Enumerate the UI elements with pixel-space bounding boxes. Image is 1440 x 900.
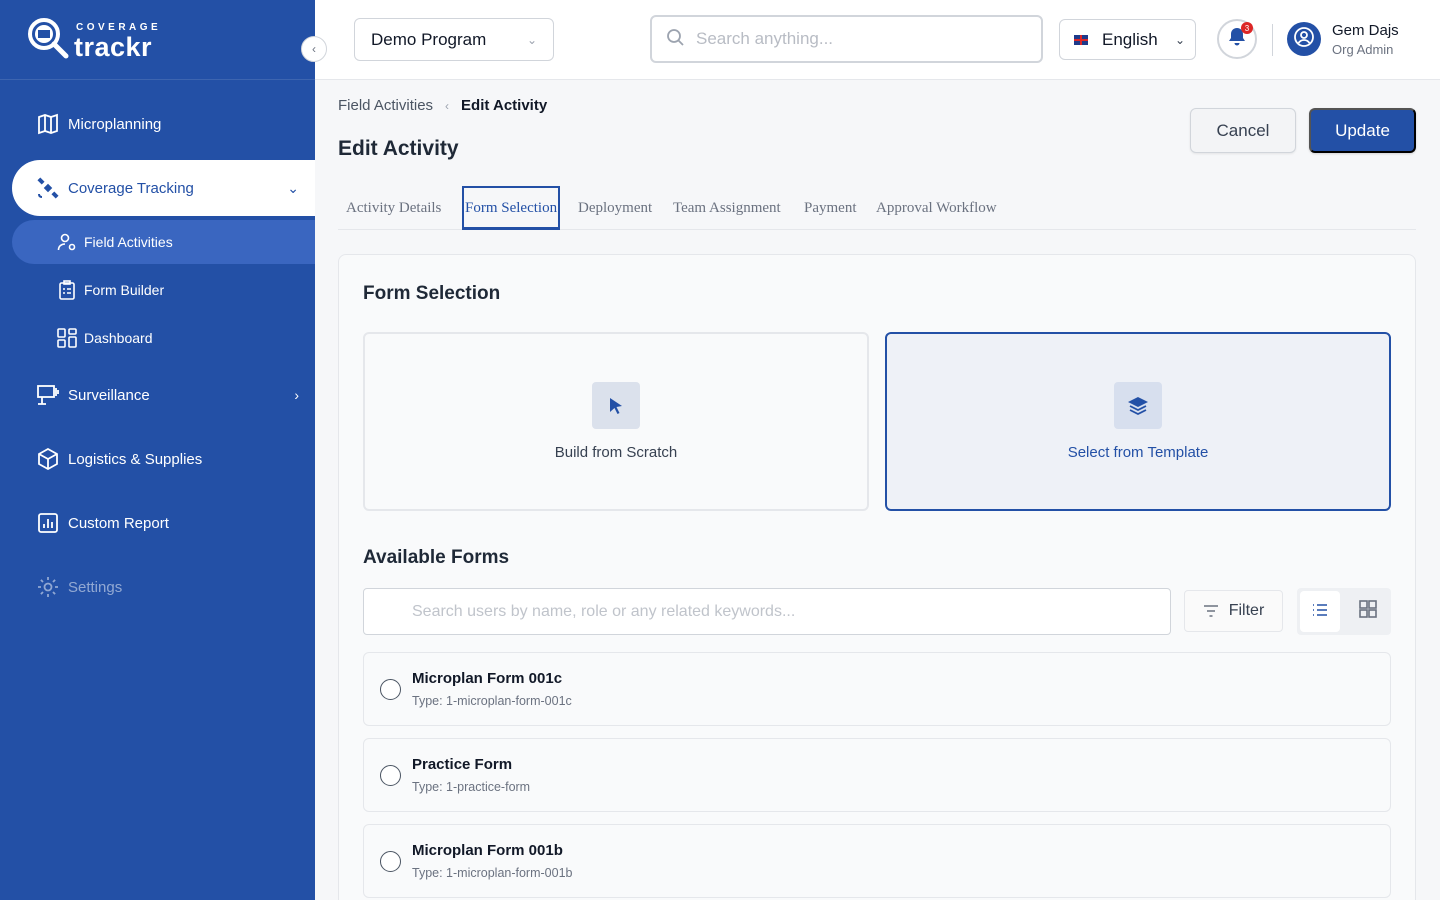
- surveillance-icon: [36, 383, 60, 407]
- sidebar-item-surveillance[interactable]: Surveillance ›: [12, 369, 315, 421]
- tab-activity-details[interactable]: Activity Details: [346, 186, 441, 230]
- sidebar-item-label: Custom Report: [68, 514, 169, 532]
- dashboard-icon: [56, 327, 78, 349]
- map-icon: [36, 112, 60, 136]
- language-select[interactable]: English ⌄: [1059, 19, 1196, 60]
- sidebar-item-field-activities[interactable]: Field Activities: [12, 220, 315, 264]
- sidebar-item-logistics[interactable]: Logistics & Supplies: [12, 433, 315, 485]
- form-radio[interactable]: [380, 851, 401, 872]
- sidebar-item-label: Logistics & Supplies: [68, 450, 203, 468]
- form-radio[interactable]: [380, 679, 401, 700]
- global-search-input[interactable]: [696, 29, 1016, 49]
- sidebar-item-label: Coverage Tracking: [68, 179, 194, 197]
- gear-icon: [36, 575, 60, 599]
- sidebar-item-coverage-tracking[interactable]: Coverage Tracking ⌄: [12, 160, 315, 216]
- build-from-scratch-option[interactable]: Build from Scratch: [363, 332, 869, 511]
- forms-search: [363, 588, 1171, 635]
- list-view-button[interactable]: [1300, 591, 1340, 632]
- tab-approval-workflow[interactable]: Approval Workflow: [876, 186, 997, 230]
- breadcrumb-parent-link[interactable]: Field Activities: [338, 97, 433, 114]
- logo-text-big: trackr: [74, 32, 153, 62]
- top-header: Demo Program ⌄ English ⌄ 3 Gem Dajs Org …: [315, 0, 1440, 80]
- form-name: Practice Form: [412, 756, 513, 773]
- chevron-down-icon: ⌄: [526, 32, 537, 47]
- form-name: Microplan Form 001b: [412, 842, 563, 859]
- select-from-template-option[interactable]: Select from Template: [885, 332, 1391, 511]
- notification-count-badge: 3: [1241, 22, 1253, 34]
- global-search: [650, 15, 1043, 63]
- chevron-right-icon: ›: [294, 387, 299, 403]
- sidebar-item-form-builder[interactable]: Form Builder: [12, 268, 315, 312]
- forms-search-input[interactable]: [364, 589, 1170, 634]
- user-gear-icon: [56, 231, 78, 253]
- search-icon: [666, 28, 684, 51]
- list-item[interactable]: Microplan Form 001b Type: 1-microplan-fo…: [363, 824, 1391, 898]
- notifications-button[interactable]: 3: [1217, 19, 1257, 59]
- layers-icon: [1114, 382, 1162, 429]
- grid-view-button[interactable]: [1348, 591, 1388, 632]
- uk-flag-icon: [1074, 34, 1088, 45]
- breadcrumb: Field Activities ‹ Edit Activity: [338, 97, 547, 114]
- program-select[interactable]: Demo Program ⌄: [354, 18, 554, 61]
- page-title: Edit Activity: [338, 137, 459, 160]
- filter-button-label: Filter: [1228, 602, 1265, 619]
- sidebar-item-label: Field Activities: [84, 234, 173, 250]
- tab-payment[interactable]: Payment: [804, 186, 857, 230]
- filter-icon: [1203, 605, 1219, 617]
- tab-form-selection[interactable]: Form Selection: [462, 186, 561, 230]
- list-item[interactable]: Practice Form Type: 1-practice-form: [363, 738, 1391, 812]
- logo[interactable]: COVERAGE trackr ‹: [0, 0, 327, 80]
- sidebar-item-label: Dashboard: [84, 330, 153, 346]
- logo-icon: [28, 18, 69, 59]
- sidebar-item-label: Surveillance: [68, 386, 150, 404]
- cursor-icon: [592, 382, 640, 429]
- user-circle-icon: [1293, 26, 1315, 53]
- sidebar-item-microplanning[interactable]: Microplanning: [12, 98, 315, 150]
- user-name[interactable]: Gem Dajs: [1332, 22, 1399, 39]
- avatar[interactable]: [1287, 22, 1321, 56]
- cancel-button[interactable]: Cancel: [1190, 108, 1296, 153]
- box-icon: [36, 447, 60, 471]
- available-forms-title: Available Forms: [363, 547, 510, 568]
- tab-team-assignment[interactable]: Team Assignment: [673, 186, 781, 230]
- chevron-left-icon: ‹: [445, 98, 450, 113]
- sidebar-item-label: Form Builder: [84, 282, 165, 298]
- chevron-left-icon: ‹: [312, 42, 316, 56]
- list-item[interactable]: Microplan Form 001c Type: 1-microplan-fo…: [363, 652, 1391, 726]
- program-select-value: Demo Program: [371, 29, 487, 49]
- select-from-template-label: Select from Template: [1067, 444, 1209, 461]
- sidebar-item-settings[interactable]: Settings: [12, 561, 315, 613]
- list-icon: [1312, 603, 1328, 621]
- sidebar-item-dashboard[interactable]: Dashboard: [12, 316, 315, 360]
- sidebar: COVERAGE trackr ‹ Microplanning Coverage…: [0, 0, 327, 900]
- form-selection-panel: Form Selection Build from Scratch Select…: [338, 254, 1416, 900]
- form-type: Type: 1-practice-form: [412, 780, 531, 794]
- build-from-scratch-label: Build from Scratch: [554, 444, 678, 461]
- update-button[interactable]: Update: [1309, 108, 1416, 153]
- grid-icon: [1359, 600, 1377, 623]
- chevron-down-icon: ⌄: [287, 179, 299, 196]
- satellite-icon: [36, 176, 60, 200]
- form-selection-title: Form Selection: [363, 283, 501, 304]
- form-type: Type: 1-microplan-form-001b: [412, 866, 573, 880]
- sidebar-item-label: Settings: [68, 578, 123, 596]
- language-select-value: English: [1102, 29, 1158, 49]
- breadcrumb-current: Edit Activity: [461, 97, 548, 114]
- clipboard-icon: [56, 279, 78, 301]
- activity-tabs: Activity Details Form Selection Deployme…: [338, 186, 1416, 230]
- filter-button[interactable]: Filter: [1184, 590, 1283, 632]
- sidebar-item-label: Microplanning: [68, 115, 162, 133]
- sidebar-item-custom-report[interactable]: Custom Report: [12, 497, 315, 549]
- chevron-down-icon: ⌄: [1174, 32, 1185, 47]
- tab-deployment[interactable]: Deployment: [578, 186, 652, 230]
- header-divider: [1272, 24, 1273, 56]
- collapse-sidebar-button[interactable]: ‹: [301, 36, 327, 62]
- form-radio[interactable]: [380, 765, 401, 786]
- user-role: Org Admin: [1332, 42, 1394, 57]
- report-chart-icon: [36, 511, 60, 535]
- form-name: Microplan Form 001c: [412, 670, 563, 687]
- form-type: Type: 1-microplan-form-001c: [412, 694, 572, 708]
- view-toggle: [1297, 588, 1391, 635]
